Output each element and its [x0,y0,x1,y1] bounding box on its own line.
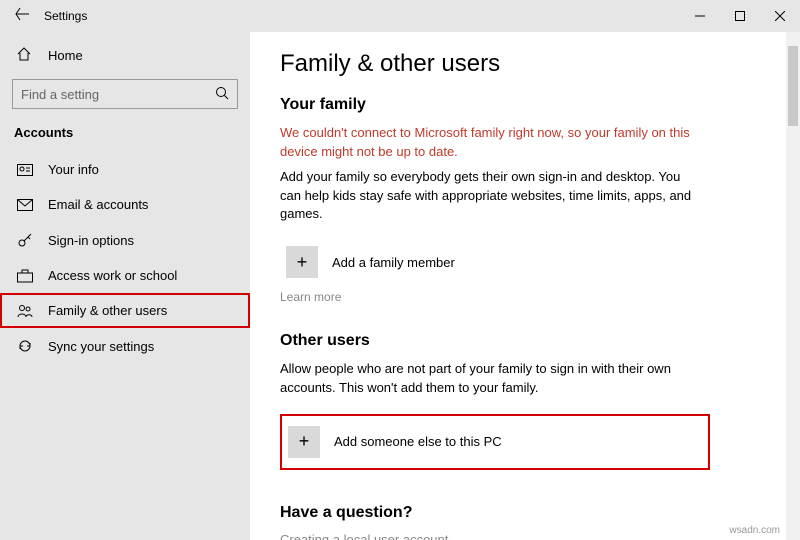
search-input[interactable]: Find a setting [12,79,238,109]
page-title: Family & other users [280,50,770,78]
main-content: Family & other users Your family We coul… [250,32,800,540]
window-controls [680,0,800,32]
sidebar-item-family[interactable]: Family & other users [0,293,250,328]
plus-icon: + [286,246,318,278]
people-icon [16,304,34,318]
sidebar-home[interactable]: Home [0,38,250,73]
add-other-user-label: Add someone else to this PC [334,434,502,449]
watermark: wsadn.com [729,525,780,536]
sidebar-item-label: Sync your settings [48,339,154,354]
search-placeholder: Find a setting [21,87,215,102]
learn-more-link[interactable]: Learn more [280,290,770,304]
family-desc: Add your family so everybody gets their … [280,168,700,225]
sidebar-item-sync[interactable]: Sync your settings [0,328,250,364]
sidebar-item-label: Sign-in options [48,233,134,248]
sidebar-item-email[interactable]: Email & accounts [0,187,250,222]
sidebar-item-label: Email & accounts [48,197,148,212]
other-users-desc: Allow people who are not part of your fa… [280,360,700,398]
sync-icon [16,338,34,354]
question-link[interactable]: Creating a local user account [280,532,770,540]
window-title: Settings [44,9,87,23]
sidebar-item-signin[interactable]: Sign-in options [0,222,250,258]
sidebar-category: Accounts [0,121,250,152]
add-family-label: Add a family member [332,255,455,270]
briefcase-icon [16,269,34,283]
family-heading: Your family [280,96,770,114]
sidebar-item-your-info[interactable]: Your info [0,152,250,187]
back-button[interactable] [10,7,34,26]
sidebar-item-label: Access work or school [48,268,177,283]
key-icon [16,232,34,248]
sidebar-item-label: Your info [48,162,99,177]
sidebar-home-label: Home [48,48,83,63]
scrollbar-thumb[interactable] [788,46,798,126]
family-error: We couldn't connect to Microsoft family … [280,124,700,162]
add-other-user-button[interactable]: + Add someone else to this PC [280,414,710,470]
sidebar-item-work[interactable]: Access work or school [0,258,250,293]
sidebar-item-label: Family & other users [48,303,167,318]
other-users-heading: Other users [280,332,770,350]
add-family-member-button[interactable]: + Add a family member [280,240,770,284]
close-button[interactable] [760,0,800,32]
question-heading: Have a question? [280,504,770,522]
sidebar: Home Find a setting Accounts Your info E… [0,32,250,540]
home-icon [16,46,34,65]
plus-icon: + [288,426,320,458]
vertical-scrollbar[interactable] [786,32,800,540]
mail-icon [16,199,34,211]
search-icon [215,86,229,103]
maximize-button[interactable] [720,0,760,32]
person-card-icon [16,164,34,176]
minimize-button[interactable] [680,0,720,32]
